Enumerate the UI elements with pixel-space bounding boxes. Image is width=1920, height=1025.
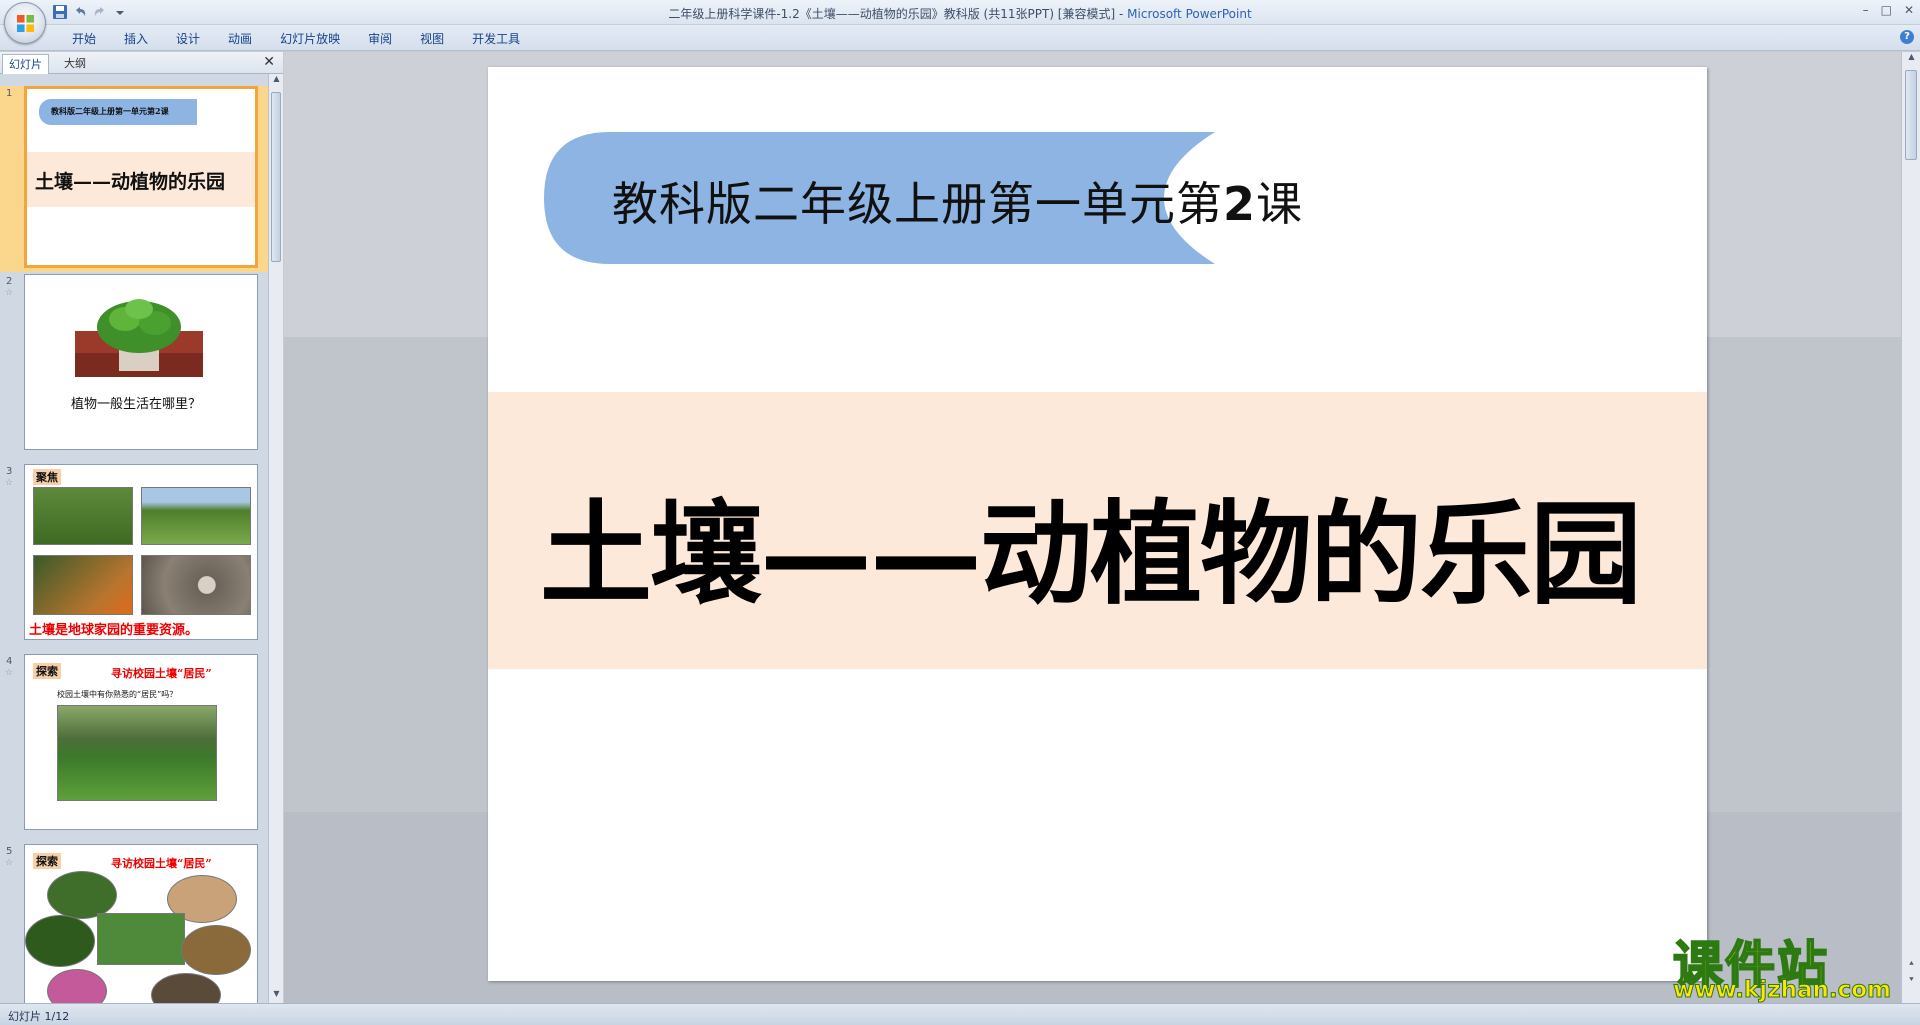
subtitle-text: 教科版二年级上册第一单元第 [612,177,1223,231]
tab-design[interactable]: 设计 [162,29,214,49]
garden-image [57,705,217,801]
thumb-heading: 寻访校园土壤“居民” [111,857,212,870]
tab-home[interactable]: 开始 [58,29,110,49]
thumb-heading: 寻访校园土壤“居民” [111,667,212,680]
slide-subtitle[interactable]: 教科版二年级上册第一单元第2课 [612,168,1303,234]
tab-view[interactable]: 视图 [406,29,458,49]
office-logo-icon [16,14,35,33]
slide-number: 4 [6,656,13,667]
ribbon: 开始 插入 设计 动画 幻灯片放映 审阅 视图 开发工具 ? [0,25,1920,51]
ribbon-tabs: 开始 插入 设计 动画 幻灯片放映 审阅 视图 开发工具 [58,29,534,49]
slide-number: 5 [6,846,13,857]
thumb-tag: 聚焦 [33,469,61,485]
slide-number: 3 [6,466,13,477]
tab-insert[interactable]: 插入 [110,29,162,49]
thumbnail-card: 聚焦 土壤是地球家园的重要资源。 [24,464,258,640]
thumbnail-3[interactable]: 3 ☆ 聚焦 土壤是地球家园的重要资源。 [0,464,268,646]
status-bar: 幻灯片 1/12 [0,1003,1920,1025]
thumbnail-card: 探索 寻访校园土壤“居民” 校园土壤中有你熟悉的“居民”吗？ [24,654,258,830]
slide-number: 1 [6,88,13,99]
thumbnail-scrollbar[interactable]: ▲ ▼ [268,74,283,1003]
subtitle-end: 课 [1256,177,1304,231]
slide-counter: 幻灯片 1/12 [8,1010,70,1023]
garden-image [97,913,185,965]
thumbnail-card: 探索 寻访校园土壤“居民” [24,844,258,1003]
thumb-tag: 探索 [33,663,61,679]
subtitle-number: 2 [1223,177,1257,231]
pane-tabs: 幻灯片 大纲 ✕ [0,52,283,74]
tab-slideshow[interactable]: 幻灯片放映 [266,29,354,49]
slide-canvas[interactable]: 教科版二年级上册第一单元第2课 土壤——动植物的乐园 [488,67,1707,981]
title-bar: 二年级上册科学课件-1.2《土壤——动植物的乐园》教科版 (共11张PPT) [… [0,0,1920,25]
thumb-title: 土壤——动植物的乐园 [35,171,226,193]
vertical-scrollbar[interactable]: ▲ ⯅ ⯆ [1901,52,1920,1003]
title-separator: - [1115,7,1128,21]
slides-pane: 幻灯片 大纲 ✕ 1 教科版二年级上册第一单元第2课 土壤——动植物的乐园 2 … [0,52,283,1003]
thumbnail-5[interactable]: 5 ☆ 探索 寻访校园土壤“居民” [0,844,268,1003]
thumbnail-list: 1 教科版二年级上册第一单元第2课 土壤——动植物的乐园 2 ☆ 植物一般生活在… [0,74,268,1003]
caterpillar-image [47,871,117,919]
snail-image [181,925,251,975]
tab-animations[interactable]: 动画 [214,29,266,49]
scroll-down-icon[interactable]: ▼ [269,989,284,1003]
thumb-subtitle: 教科版二年级上册第一单元第2课 [51,106,169,116]
thumbnail-card: 植物一般生活在哪里？ [24,274,258,450]
scroll-up-icon[interactable]: ▲ [1902,52,1920,66]
app-name: Microsoft PowerPoint [1127,7,1252,21]
thumb-caption: 植物一般生活在哪里？ [71,397,202,412]
slide-title[interactable]: 土壤——动植物的乐园 [540,464,1642,626]
animation-star-icon: ☆ [5,288,14,298]
thumbnail-card: 教科版二年级上册第一单元第2课 土壤——动植物的乐园 [24,86,258,268]
field-image [33,487,133,545]
tab-outline[interactable]: 大纲 [58,54,92,74]
plant-image [75,299,203,377]
window-title: 二年级上册科学课件-1.2《土壤——动植物的乐园》教科版 (共11张PPT) [… [0,5,1920,22]
thumbnail-1[interactable]: 1 教科版二年级上册第一单元第2课 土壤——动植物的乐园 [0,86,268,272]
window-controls: – □ ✕ [1863,3,1914,17]
earthworm-image [151,973,221,1003]
thumb-tag: 探索 [33,853,61,869]
scroll-thumb[interactable] [271,92,281,262]
thumbnail-2[interactable]: 2 ☆ 植物一般生活在哪里？ [0,274,268,456]
document-title: 二年级上册科学课件-1.2《土壤——动植物的乐园》教科版 (共11张PPT) [… [668,7,1116,21]
tab-review[interactable]: 审阅 [354,29,406,49]
maximize-button[interactable]: □ [1881,3,1892,17]
landscape-image [141,487,251,545]
help-icon[interactable]: ? [1900,30,1914,44]
scroll-thumb[interactable] [1905,70,1917,160]
blossom-image [47,969,107,1003]
insects-image [33,555,133,615]
eggs-image [141,555,251,615]
thumbnail-4[interactable]: 4 ☆ 探索 寻访校园土壤“居民” 校园土壤中有你熟悉的“居民”吗？ [0,654,268,836]
tab-slides[interactable]: 幻灯片 [2,54,49,74]
tab-developer[interactable]: 开发工具 [458,29,534,49]
watermark-logo: 课件站 www.kjzhan.com [1665,925,1915,1004]
animation-star-icon: ☆ [5,668,14,678]
thumb-caption: 校园土壤中有你熟悉的“居民”吗？ [57,690,178,699]
slide-number: 2 [6,276,13,287]
flower-image [25,915,95,967]
minimize-button[interactable]: – [1863,3,1869,17]
office-button[interactable] [4,2,46,44]
scroll-up-icon[interactable]: ▲ [269,74,284,88]
animation-star-icon: ☆ [5,478,14,488]
watermark-url: www.kjzhan.com [1673,977,1892,1004]
thumb-caption: 土壤是地球家园的重要资源。 [29,623,199,638]
close-pane-icon[interactable]: ✕ [263,54,275,70]
animation-star-icon: ☆ [5,858,14,868]
close-button[interactable]: ✕ [1904,3,1914,17]
